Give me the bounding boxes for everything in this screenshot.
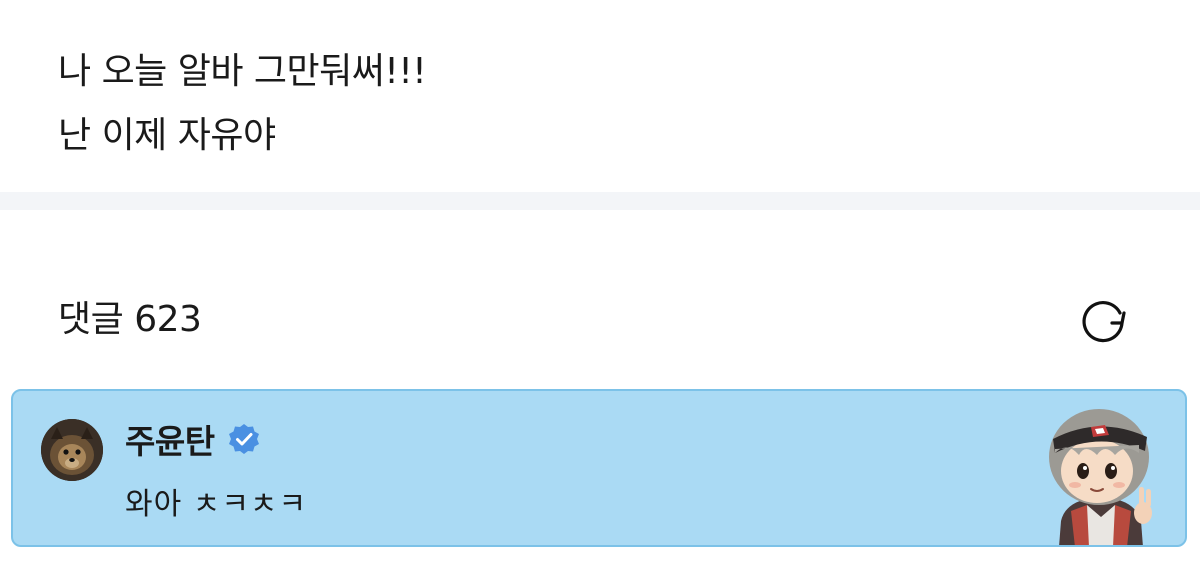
comments-label: 댓글 [58,299,124,340]
refresh-icon [1082,300,1126,343]
character-sticker-icon [1049,409,1152,545]
page: 나 오늘 알바 그만둬써!!! 난 이제 자유야 댓글 623 주윤탄 와아 ㅊ… [0,0,1200,574]
character-sticker [1031,401,1171,545]
post-line-2: 난 이제 자유야 [58,115,276,156]
dog-avatar-icon [41,419,103,481]
author-name[interactable]: 주윤탄 [125,415,215,463]
comments-count: 623 [134,299,202,340]
comments-header: 댓글 623 [58,290,1158,350]
verified-badge-icon [228,424,259,454]
refresh-button[interactable] [1076,293,1130,347]
post-body: 나 오늘 알바 그만둬써!!! 난 이제 자유야 [58,40,1158,168]
highlighted-comment[interactable]: 주윤탄 와아 ㅊㅋㅊㅋ [11,389,1187,547]
comment-text: 와아 ㅊㅋㅊㅋ [125,487,308,522]
author-avatar[interactable] [41,419,103,481]
author-row: 주윤탄 [125,417,261,461]
verified-badge [227,422,261,456]
comments-title: 댓글 623 [58,296,202,344]
post-line-1: 나 오늘 알바 그만둬써!!! [58,51,427,92]
section-divider [0,192,1200,210]
